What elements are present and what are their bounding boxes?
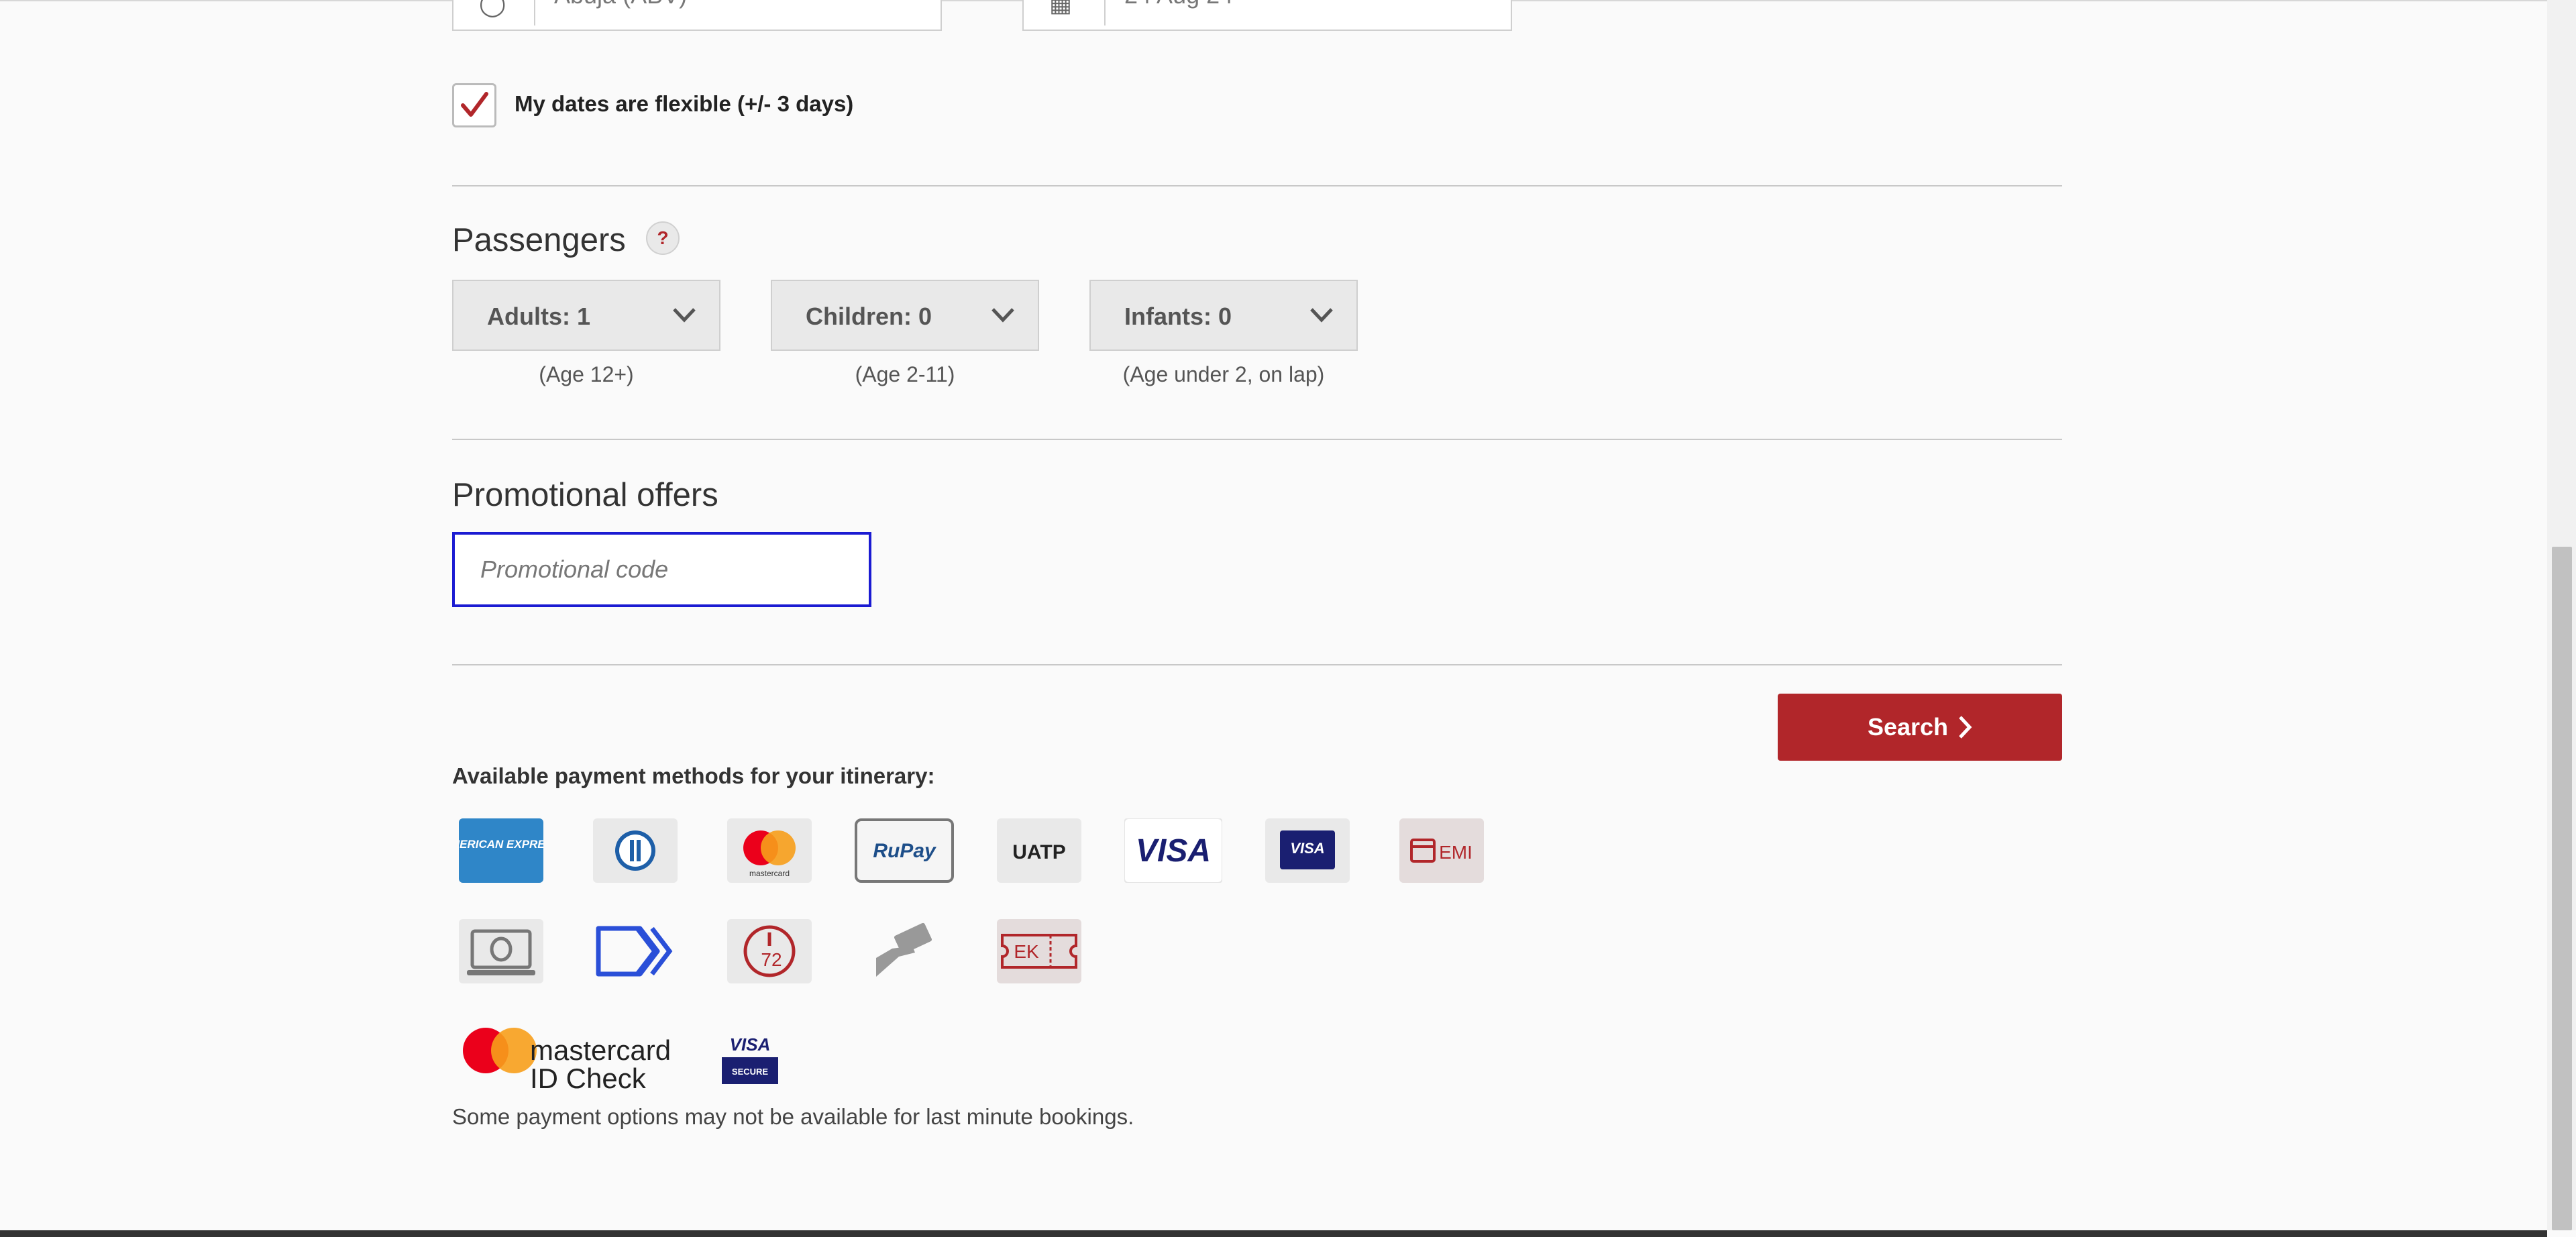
- bottom-bar: [0, 1230, 2547, 1237]
- mastercard-id-check-logo: mastercard ID Check: [463, 1028, 671, 1092]
- payment-methods-title: Available payment methods for your itine…: [452, 763, 935, 788]
- visa-icon: VISA: [1124, 818, 1222, 883]
- pay-cash-icon: [861, 919, 946, 983]
- departure-airport-value: Abuja (ABV): [554, 0, 687, 9]
- search-button-label: Search: [1867, 713, 1949, 741]
- scrollbar-thumb[interactable]: [2552, 547, 2572, 1230]
- field-separator: [1104, 0, 1106, 25]
- children-label: Children: 0: [806, 303, 932, 330]
- cash-laptop-icon: [459, 919, 543, 983]
- visa-secure-logo: VISA SECURE: [722, 1034, 778, 1084]
- departure-airport-field[interactable]: ◯ Abuja (ABV): [452, 0, 942, 31]
- adults-hint: (Age 12+): [539, 362, 634, 386]
- pay-later-icon: [593, 919, 678, 983]
- flexible-dates-checkbox[interactable]: [452, 83, 496, 127]
- ek-text: EK: [1014, 941, 1039, 962]
- search-button[interactable]: Search: [1778, 694, 2062, 761]
- mastercard-text: mastercard: [749, 869, 790, 878]
- visa-secure-text-1: VISA: [730, 1034, 771, 1055]
- infants-hint: (Age under 2, on lap): [1122, 362, 1325, 386]
- field-separator: [534, 0, 535, 25]
- chevron-down-icon: [1310, 308, 1333, 323]
- calendar-icon: ▦: [1049, 0, 1073, 17]
- airport-icon: ◯: [479, 0, 506, 17]
- passengers-title: Passengers: [452, 222, 626, 258]
- chevron-right-icon: [1959, 716, 1972, 739]
- adults-label: Adults: 1: [487, 303, 591, 330]
- uatp-text: UATP: [1012, 841, 1065, 863]
- visa-secure-text-2: SECURE: [732, 1067, 769, 1077]
- hold-72-hours-icon: 72: [727, 919, 812, 983]
- flexible-dates-label[interactable]: My dates are flexible (+/- 3 days): [515, 91, 853, 117]
- ek-voucher-icon: EK: [997, 919, 1081, 983]
- mastercard-icon: mastercard: [727, 818, 812, 883]
- adults-dropdown[interactable]: Adults: 1: [452, 280, 720, 351]
- children-dropdown[interactable]: Children: 0: [771, 280, 1039, 351]
- uatp-icon: UATP: [997, 818, 1081, 883]
- promo-code-input[interactable]: [455, 535, 869, 604]
- chevron-down-icon: [673, 308, 696, 323]
- divider: [452, 664, 2062, 665]
- rupay-text: RuPay: [873, 840, 936, 862]
- departure-date-value: 24 Aug 24: [1124, 0, 1233, 9]
- departure-date-field[interactable]: ▦ 24 Aug 24: [1022, 0, 1512, 31]
- amex-text-1: AMERICAN EXPRESS: [459, 838, 543, 851]
- help-icon[interactable]: ?: [646, 221, 680, 255]
- promo-code-field[interactable]: [452, 532, 871, 607]
- mastercard-id-text-1: mastercard: [530, 1034, 671, 1066]
- divider: [452, 439, 2062, 440]
- mastercard-id-text-2: ID Check: [530, 1063, 647, 1092]
- promotions-title: Promotional offers: [452, 477, 718, 513]
- emi-icon: EMI: [1399, 818, 1484, 883]
- chevron-down-icon: [991, 308, 1014, 323]
- infants-label: Infants: 0: [1124, 303, 1232, 330]
- emi-text: EMI: [1439, 842, 1472, 863]
- visa-electron-icon: VISA: [1265, 818, 1350, 883]
- checkmark-icon: [461, 92, 488, 117]
- american-express-icon: AMERICAN EXPRESS: [459, 818, 543, 883]
- rupay-icon: RuPay: [855, 818, 954, 883]
- payment-notice: Some payment options may not be availabl…: [452, 1104, 1134, 1129]
- divider: [452, 185, 2062, 186]
- diners-club-icon: [593, 818, 678, 883]
- visa-text: VISA: [1136, 833, 1211, 869]
- children-hint: (Age 2-11): [855, 362, 955, 386]
- infants-dropdown[interactable]: Infants: 0: [1089, 280, 1358, 351]
- visa-electron-text: VISA: [1290, 840, 1324, 857]
- hold-72-text: 72: [761, 949, 782, 970]
